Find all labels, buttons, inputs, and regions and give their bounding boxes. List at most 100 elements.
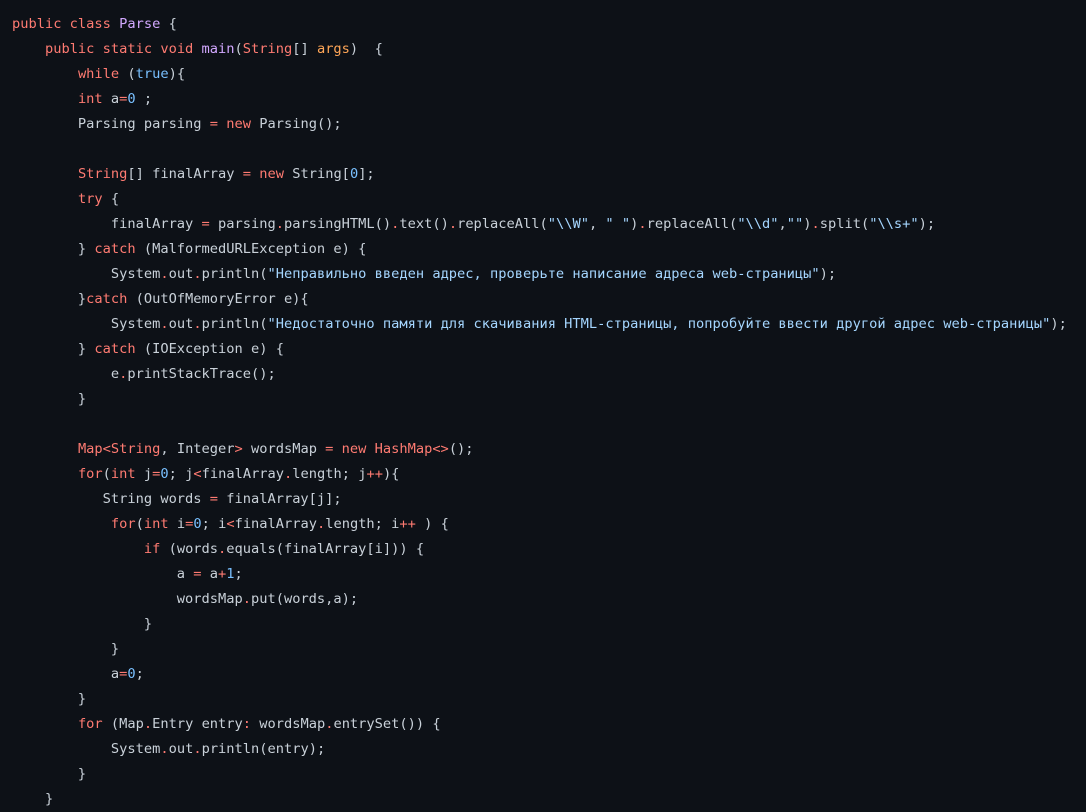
code-token: parsingHTML() bbox=[283, 216, 392, 232]
code-token: 1 bbox=[226, 566, 235, 582]
code-token: (Map bbox=[102, 716, 144, 732]
code-token: ( bbox=[102, 466, 111, 482]
code-token: ); bbox=[819, 266, 837, 282]
code-token: System bbox=[12, 741, 161, 757]
code-token: [] finalArray bbox=[127, 166, 243, 182]
code-line: a = a+1; bbox=[12, 562, 1067, 587]
code-token: replaceAll( bbox=[457, 216, 548, 232]
code-line: wordsMap.put(words,a); bbox=[12, 587, 1067, 612]
code-token: int bbox=[143, 516, 169, 532]
code-line: String[] finalArray = new String[0]; bbox=[12, 162, 1067, 187]
code-token: ++ bbox=[399, 516, 416, 532]
code-token: String bbox=[77, 166, 128, 182]
code-line: int a=0 ; bbox=[12, 87, 1067, 112]
code-token: . bbox=[275, 216, 284, 232]
code-token: wordsMap bbox=[242, 441, 326, 457]
code-token: equals(finalArray[i])) { bbox=[226, 541, 425, 557]
code-token: wordsMap bbox=[251, 716, 326, 732]
code-token: Map<String bbox=[77, 441, 161, 457]
code-token: ) { bbox=[349, 41, 383, 57]
code-token: a bbox=[201, 566, 219, 582]
code-token: split( bbox=[819, 216, 870, 232]
code-token: 0 bbox=[193, 516, 202, 532]
code-token: main bbox=[201, 41, 235, 57]
code-token: "\\d" bbox=[737, 216, 779, 232]
code-token: ]; bbox=[358, 166, 375, 182]
code-line: } bbox=[12, 762, 1067, 787]
code-line: } bbox=[12, 687, 1067, 712]
code-token: (words bbox=[160, 541, 219, 557]
code-line: } catch (MalformedURLException e) { bbox=[12, 237, 1067, 262]
code-token: println( bbox=[201, 266, 268, 282]
code-token: put(words,a); bbox=[251, 591, 359, 607]
code-token: public static void bbox=[44, 41, 202, 57]
code-token: if bbox=[143, 541, 161, 557]
code-line: for(int j=0; j<finalArray.length; j++){ bbox=[12, 462, 1067, 487]
code-line: a=0; bbox=[12, 662, 1067, 687]
code-line: } bbox=[12, 787, 1067, 812]
code-token: println(entry); bbox=[201, 741, 326, 757]
code-token: String[ bbox=[284, 166, 350, 182]
code-line: for (Map.Entry entry: wordsMap.entrySet(… bbox=[12, 712, 1067, 737]
code-token: } bbox=[12, 641, 120, 657]
code-token: a bbox=[12, 566, 194, 582]
code-token: } bbox=[12, 691, 87, 707]
code-token: ; bbox=[234, 566, 243, 582]
code-token: { bbox=[102, 191, 120, 207]
code-token: Parse bbox=[119, 16, 161, 32]
code-token: ) { bbox=[415, 516, 449, 532]
code-token: . bbox=[448, 216, 458, 232]
code-token: "Недостаточно памяти для скачивания HTML… bbox=[267, 316, 1051, 332]
code-line: public static void main(String[] args) { bbox=[12, 37, 1067, 62]
code-token: { bbox=[160, 16, 177, 32]
code-token: new bbox=[226, 116, 252, 132]
code-token: catch bbox=[86, 291, 128, 307]
code-token: i bbox=[168, 516, 186, 532]
code-token: new HashMap<> bbox=[341, 441, 449, 457]
code-token: 0 bbox=[127, 666, 136, 682]
code-token: text() bbox=[399, 216, 449, 232]
code-token: int bbox=[110, 466, 136, 482]
code-token: . bbox=[242, 591, 251, 607]
code-token: = bbox=[209, 491, 219, 507]
code-token: (); bbox=[448, 441, 474, 457]
code-token: : bbox=[242, 716, 252, 732]
code-token: } bbox=[12, 291, 87, 307]
code-token: ) bbox=[803, 216, 812, 232]
code-token: out bbox=[168, 741, 194, 757]
code-token: [] bbox=[292, 41, 317, 57]
code-line: String words = finalArray[j]; bbox=[12, 487, 1067, 512]
code-token: parsing bbox=[209, 216, 276, 232]
code-token: for bbox=[77, 716, 103, 732]
code-token: a bbox=[12, 666, 120, 682]
code-line: System.out.println(entry); bbox=[12, 737, 1067, 762]
code-line: }catch (OutOfMemoryError e){ bbox=[12, 287, 1067, 312]
code-line: while (true){ bbox=[12, 62, 1067, 87]
code-line: try { bbox=[12, 187, 1067, 212]
code-token: Parsing parsing bbox=[12, 116, 210, 132]
code-token: . bbox=[193, 316, 202, 332]
code-line: System.out.println("Неправильно введен а… bbox=[12, 262, 1067, 287]
code-token: ); bbox=[918, 216, 936, 232]
code-token: . bbox=[811, 216, 820, 232]
code-token: try bbox=[77, 191, 103, 207]
code-token: public class bbox=[12, 16, 120, 32]
code-token: ; bbox=[135, 666, 144, 682]
code-token: 0 bbox=[127, 91, 136, 107]
code-token: println( bbox=[201, 316, 268, 332]
code-token: < bbox=[193, 466, 202, 482]
code-token: } bbox=[12, 766, 87, 782]
code-line: } bbox=[12, 612, 1067, 637]
code-token: finalArray bbox=[234, 516, 317, 532]
code-token: ); bbox=[1050, 316, 1067, 332]
code-token: > bbox=[234, 441, 243, 457]
code-token: "Неправильно введен адрес, проверьте нап… bbox=[267, 266, 820, 282]
code-token: for bbox=[110, 516, 136, 532]
code-token: = bbox=[201, 216, 210, 232]
